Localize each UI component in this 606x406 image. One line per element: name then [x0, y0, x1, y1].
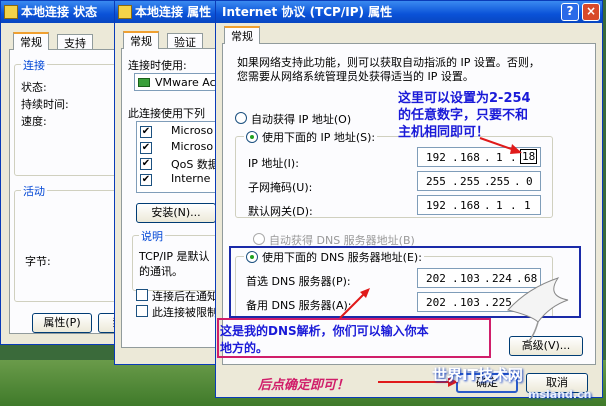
bytes-label: 字节: [25, 255, 51, 268]
status-title: 本地连接 状态 [21, 5, 98, 19]
adapter-icon [138, 78, 150, 87]
gateway-label: 默认网关(D): [248, 205, 313, 218]
status-panel: 连接 状态: 持续时间: 速度: 活动 字节: 属性(P) 禁 [9, 49, 129, 334]
install-button[interactable]: 安装(N)... [136, 203, 216, 223]
auto-ip-radio[interactable] [235, 112, 247, 124]
gateway-octet: 1 [496, 199, 503, 212]
ip-dot: . [514, 175, 521, 188]
manual-ip-label: 使用下面的 IP 地址(S): [262, 131, 376, 144]
item-checkbox[interactable]: ✔ [140, 158, 152, 170]
item-checkbox[interactable]: ✔ [140, 126, 152, 138]
connection-status-window: 本地连接 状态 常规 支持 连接 状态: 持续时间: 速度: 活动 字节: 属性… [0, 0, 129, 345]
intro-text: 您需要从网络系统管理员处获得适当的 IP 设置。 [237, 70, 474, 83]
properties-button[interactable]: 属性(P) [32, 313, 92, 333]
help-icon[interactable]: ? [561, 3, 579, 21]
ip-dot: . [484, 151, 491, 164]
description-group-label: 说明 [139, 228, 165, 244]
advanced-button[interactable]: 高级(V)... [509, 336, 583, 356]
dns-note: 这是我的DNS解析，你们可以输入你本 [220, 324, 429, 338]
item-label: Microso [171, 124, 214, 137]
duration-row-label: 持续时间: [21, 98, 69, 111]
watermark-site: msland.cn [528, 388, 592, 401]
notify-label: 连接后在通知 [152, 290, 218, 303]
item-label: Microso [171, 140, 214, 153]
dns-highlight-box [229, 246, 581, 318]
ip-address-label: IP 地址(I): [248, 157, 299, 170]
dialog-titlebar: Internet 协议 (TCP/IP) 属性 ? × [216, 1, 602, 23]
mask-octet: 255 [426, 175, 446, 188]
item-checkbox[interactable]: ✔ [140, 174, 152, 186]
mask-octet: 0 [526, 175, 533, 188]
subnet-mask-input[interactable]: 255. 255. 255. 0 [417, 171, 541, 191]
connect-using-label: 连接时使用: [128, 59, 187, 72]
dialog-title: Internet 协议 (TCP/IP) 属性 [222, 5, 393, 19]
auto-ip-label: 自动获得 IP 地址(O) [251, 113, 352, 126]
limited-label: 此连接被限制 [152, 306, 218, 319]
ip-octet: 192 [426, 151, 446, 164]
mask-octet: 255 [490, 175, 510, 188]
status-titlebar: 本地连接 状态 [1, 1, 123, 23]
status-row-label: 状态: [21, 81, 47, 94]
speed-row-label: 速度: [21, 115, 47, 128]
manual-ip-option: 使用下面的 IP 地址(S): [244, 129, 378, 145]
gateway-input[interactable]: 192. 168. 1. 1 [417, 195, 541, 215]
item-checkbox[interactable]: ✔ [140, 142, 152, 154]
ip-range-note: 主机相同即可！ [398, 125, 490, 140]
confirm-note: 后点确定即可！ [258, 378, 350, 393]
tab-general[interactable]: 常规 [123, 31, 159, 49]
notify-checkbox[interactable] [136, 289, 148, 301]
subnet-mask-label: 子网掩码(U): [248, 181, 313, 194]
tab-general[interactable]: 常规 [224, 26, 260, 44]
ip-dot: . [484, 199, 491, 212]
network-icon [118, 5, 132, 19]
ip-dot: . [510, 151, 517, 164]
ip-dot: . [510, 199, 517, 212]
description-line: 的通讯。 [139, 265, 183, 278]
activity-group-label: 活动 [21, 183, 47, 199]
item-label: Interne [171, 172, 211, 185]
properties-titlebar: 本地连接 属性 [115, 1, 225, 23]
close-icon[interactable]: × [582, 3, 600, 21]
gateway-octet: 1 [524, 199, 531, 212]
tab-general[interactable]: 常规 [13, 32, 49, 50]
description-line: TCP/IP 是默认 [139, 250, 210, 263]
limited-checkbox[interactable] [136, 305, 148, 317]
ip-octet: 1 [496, 151, 503, 164]
manual-ip-radio[interactable] [246, 131, 258, 143]
ip-dot: . [452, 175, 459, 188]
connection-properties-window: 本地连接 属性 常规 验证 连接时使用: VMware Ac 此连接使用下列 ✔… [114, 0, 231, 365]
activity-group: 活动 字节: [14, 183, 128, 302]
items-label: 此连接使用下列 [128, 107, 205, 120]
properties-title: 本地连接 属性 [135, 5, 212, 19]
item-label: QoS 数据 [171, 158, 219, 171]
gateway-octet: 168 [460, 199, 480, 212]
mask-octet: 255 [460, 175, 480, 188]
connect-group: 连接 状态: 持续时间: 速度: [14, 57, 128, 176]
network-icon [4, 5, 18, 19]
ip-octet: 168 [460, 151, 480, 164]
dns-note: 地方的。 [220, 341, 269, 355]
ip-dot: . [452, 199, 459, 212]
ip-octet: 18 [520, 149, 538, 164]
gateway-octet: 192 [426, 199, 446, 212]
auto-dns-radio[interactable] [253, 233, 265, 245]
adapter-name: VMware Ac [155, 76, 216, 89]
ip-address-input[interactable]: 192. 168. 1. 18 [417, 147, 541, 167]
connect-group-label: 连接 [21, 57, 47, 73]
ip-dot: . [452, 151, 459, 164]
watermark-title: 世界IT技术网 [432, 366, 523, 384]
